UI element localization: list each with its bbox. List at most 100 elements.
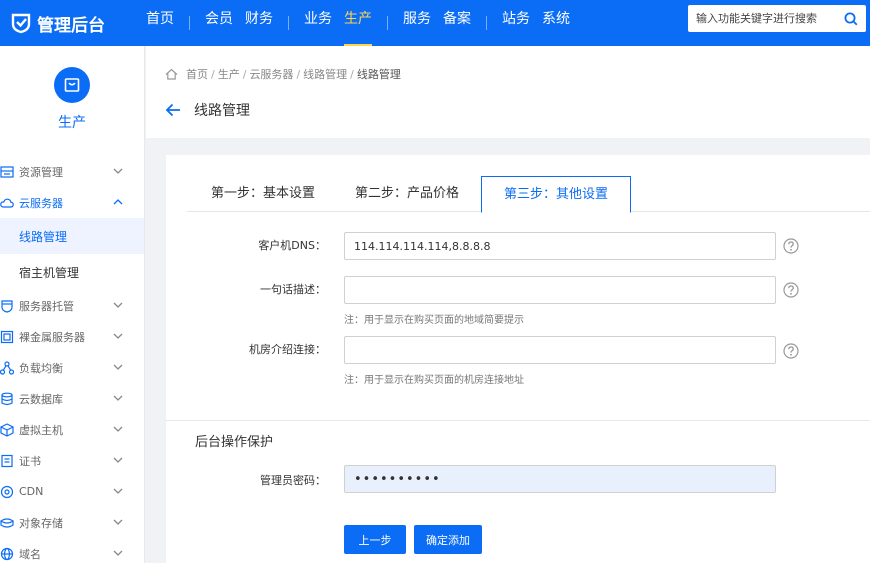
breadcrumb-separator: / xyxy=(350,67,354,81)
chevron-down-icon xyxy=(113,519,123,525)
nav-member[interactable]: 会员 xyxy=(199,0,239,46)
sidebar-item-label: 裸金属服务器 xyxy=(19,330,85,344)
chevron-down-icon xyxy=(113,550,123,556)
breadcrumb-separator: / xyxy=(211,67,215,81)
room-link-label: 机房介绍连接： xyxy=(249,343,326,356)
breadcrumb-home[interactable]: 首页 xyxy=(186,66,208,82)
virtual-host-icon xyxy=(0,422,14,437)
home-icon[interactable] xyxy=(165,68,178,80)
nav-production[interactable]: 生产 xyxy=(338,0,378,46)
breadcrumb-cloud-server[interactable]: 云服务器 xyxy=(249,66,293,82)
resource-icon xyxy=(0,165,14,178)
object-storage-icon xyxy=(0,517,14,528)
back-arrow-icon[interactable] xyxy=(165,103,181,117)
confirm-add-button[interactable]: 确定添加 xyxy=(414,525,482,554)
nav-separator xyxy=(387,16,388,30)
sidebar-item-virtual-host[interactable]: 虚拟主机 xyxy=(0,414,144,445)
section-divider xyxy=(166,420,870,421)
sidebar-item-resource[interactable]: 资源管理 xyxy=(0,156,144,187)
top-bar: 管理后台 首页 会员 财务 业务 生产 服务 备案 站务 系统 xyxy=(0,0,870,46)
tab-step-basic[interactable]: 第一步：基本设置 xyxy=(193,176,333,212)
tab-step-price[interactable]: 第二步：产品价格 xyxy=(342,176,472,212)
breadcrumb: 首页 / 生产 / 云服务器 / 线路管理 / 线路管理 xyxy=(165,66,401,82)
logo-icon xyxy=(11,13,31,34)
nav-finance[interactable]: 财务 xyxy=(239,0,279,46)
tab-step-other[interactable]: 第三步：其他设置 xyxy=(481,176,631,213)
sidebar-header: 生产 xyxy=(0,46,144,150)
chevron-down-icon xyxy=(113,457,123,463)
bare-metal-icon xyxy=(0,330,14,343)
sidebar-item-label: 云数据库 xyxy=(19,392,63,406)
search-input[interactable] xyxy=(688,6,838,31)
breadcrumb-production[interactable]: 生产 xyxy=(218,66,240,82)
section-title: 后台操作保护 xyxy=(195,435,274,450)
sidebar-item-label: 证书 xyxy=(19,454,41,468)
chevron-down-icon xyxy=(113,426,123,432)
sidebar-item-label: 服务器托管 xyxy=(19,299,74,313)
breadcrumb-line-management[interactable]: 线路管理 xyxy=(303,66,347,82)
help-icon[interactable] xyxy=(783,282,799,298)
chevron-down-icon xyxy=(113,302,123,308)
search-button[interactable] xyxy=(838,6,864,31)
admin-password-label: 管理员密码： xyxy=(260,474,326,487)
page-header: 首页 / 生产 / 云服务器 / 线路管理 / 线路管理 线路管理 xyxy=(146,46,870,138)
logo[interactable]: 管理后台 xyxy=(0,0,140,46)
dns-label: 客户机DNS： xyxy=(258,239,326,252)
help-icon[interactable] xyxy=(783,238,799,254)
chevron-down-icon xyxy=(113,395,123,401)
sidebar-subitem-line-management[interactable]: 线路管理 xyxy=(0,218,144,254)
form-card: 第一步：基本设置 第二步：产品价格 第三步：其他设置 客户机DNS： 一句话描述… xyxy=(166,155,870,563)
nav-business[interactable]: 业务 xyxy=(298,0,338,46)
description-label: 一句话描述： xyxy=(260,283,326,296)
cdn-icon xyxy=(0,485,14,498)
chevron-down-icon xyxy=(113,168,123,174)
sidebar-item-cdn[interactable]: CDN xyxy=(0,476,144,507)
sidebar-item-bare-metal[interactable]: 裸金属服务器 xyxy=(0,321,144,352)
room-link-note: 注：用于显示在购买页面的机房连接地址 xyxy=(344,375,524,386)
cloud-icon xyxy=(0,198,14,208)
sidebar-item-load-balance[interactable]: 负载均衡 xyxy=(0,352,144,383)
sidebar-item-server-hosting[interactable]: 服务器托管 xyxy=(0,290,144,321)
description-input[interactable] xyxy=(344,276,776,304)
breadcrumb-separator: / xyxy=(296,67,301,81)
sidebar-item-label: CDN xyxy=(19,485,44,498)
nav-separator xyxy=(189,16,190,30)
sidebar-subitem-host-management[interactable]: 宿主机管理 xyxy=(0,254,144,290)
admin-password-input[interactable] xyxy=(344,465,776,493)
dns-input[interactable] xyxy=(344,232,776,260)
sidebar-item-database[interactable]: 云数据库 xyxy=(0,383,144,414)
nav-filing[interactable]: 备案 xyxy=(437,0,477,46)
sidebar-title: 生产 xyxy=(58,115,86,131)
production-avatar xyxy=(54,67,90,103)
sidebar-item-object-storage[interactable]: 对象存储 xyxy=(0,507,144,538)
breadcrumb-current: 线路管理 xyxy=(356,68,401,81)
sidebar-item-label: 云服务器 xyxy=(19,196,63,210)
help-icon[interactable] xyxy=(783,343,799,359)
nav-system[interactable]: 系统 xyxy=(536,0,576,46)
nav-site[interactable]: 站务 xyxy=(496,0,536,46)
sidebar-item-certificate[interactable]: 证书 xyxy=(0,445,144,476)
room-link-input[interactable] xyxy=(344,336,776,364)
sidebar-item-label: 对象存储 xyxy=(19,516,63,530)
sidebar-item-cloud-server[interactable]: 云服务器 xyxy=(0,187,144,218)
prev-step-button[interactable]: 上一步 xyxy=(344,525,406,554)
search-box xyxy=(688,5,866,32)
top-nav: 首页 会员 财务 业务 生产 服务 备案 站务 系统 xyxy=(140,0,576,46)
sidebar-item-domain[interactable]: 域名 xyxy=(0,538,144,563)
nav-separator xyxy=(486,16,487,30)
chevron-down-icon xyxy=(113,333,123,339)
load-balance-icon xyxy=(0,360,14,375)
nav-separator xyxy=(288,16,289,30)
page-title: 线路管理 xyxy=(194,103,250,119)
certificate-icon xyxy=(1,454,13,467)
sidebar-item-label: 虚拟主机 xyxy=(19,423,63,437)
nav-home[interactable]: 首页 xyxy=(140,0,180,46)
nav-service[interactable]: 服务 xyxy=(397,0,437,46)
sidebar: 生产 资源管理 云服务器 线路管理 宿主机管理 服务器托管 裸金属服务器 负载均… xyxy=(0,46,145,563)
database-icon xyxy=(1,392,13,405)
sidebar-item-label: 域名 xyxy=(19,547,41,561)
chevron-down-icon xyxy=(113,488,123,494)
breadcrumb-separator: / xyxy=(242,67,247,81)
page-heading: 线路管理 xyxy=(165,100,250,120)
step-tabs: 第一步：基本设置 第二步：产品价格 第三步：其他设置 xyxy=(187,176,870,213)
